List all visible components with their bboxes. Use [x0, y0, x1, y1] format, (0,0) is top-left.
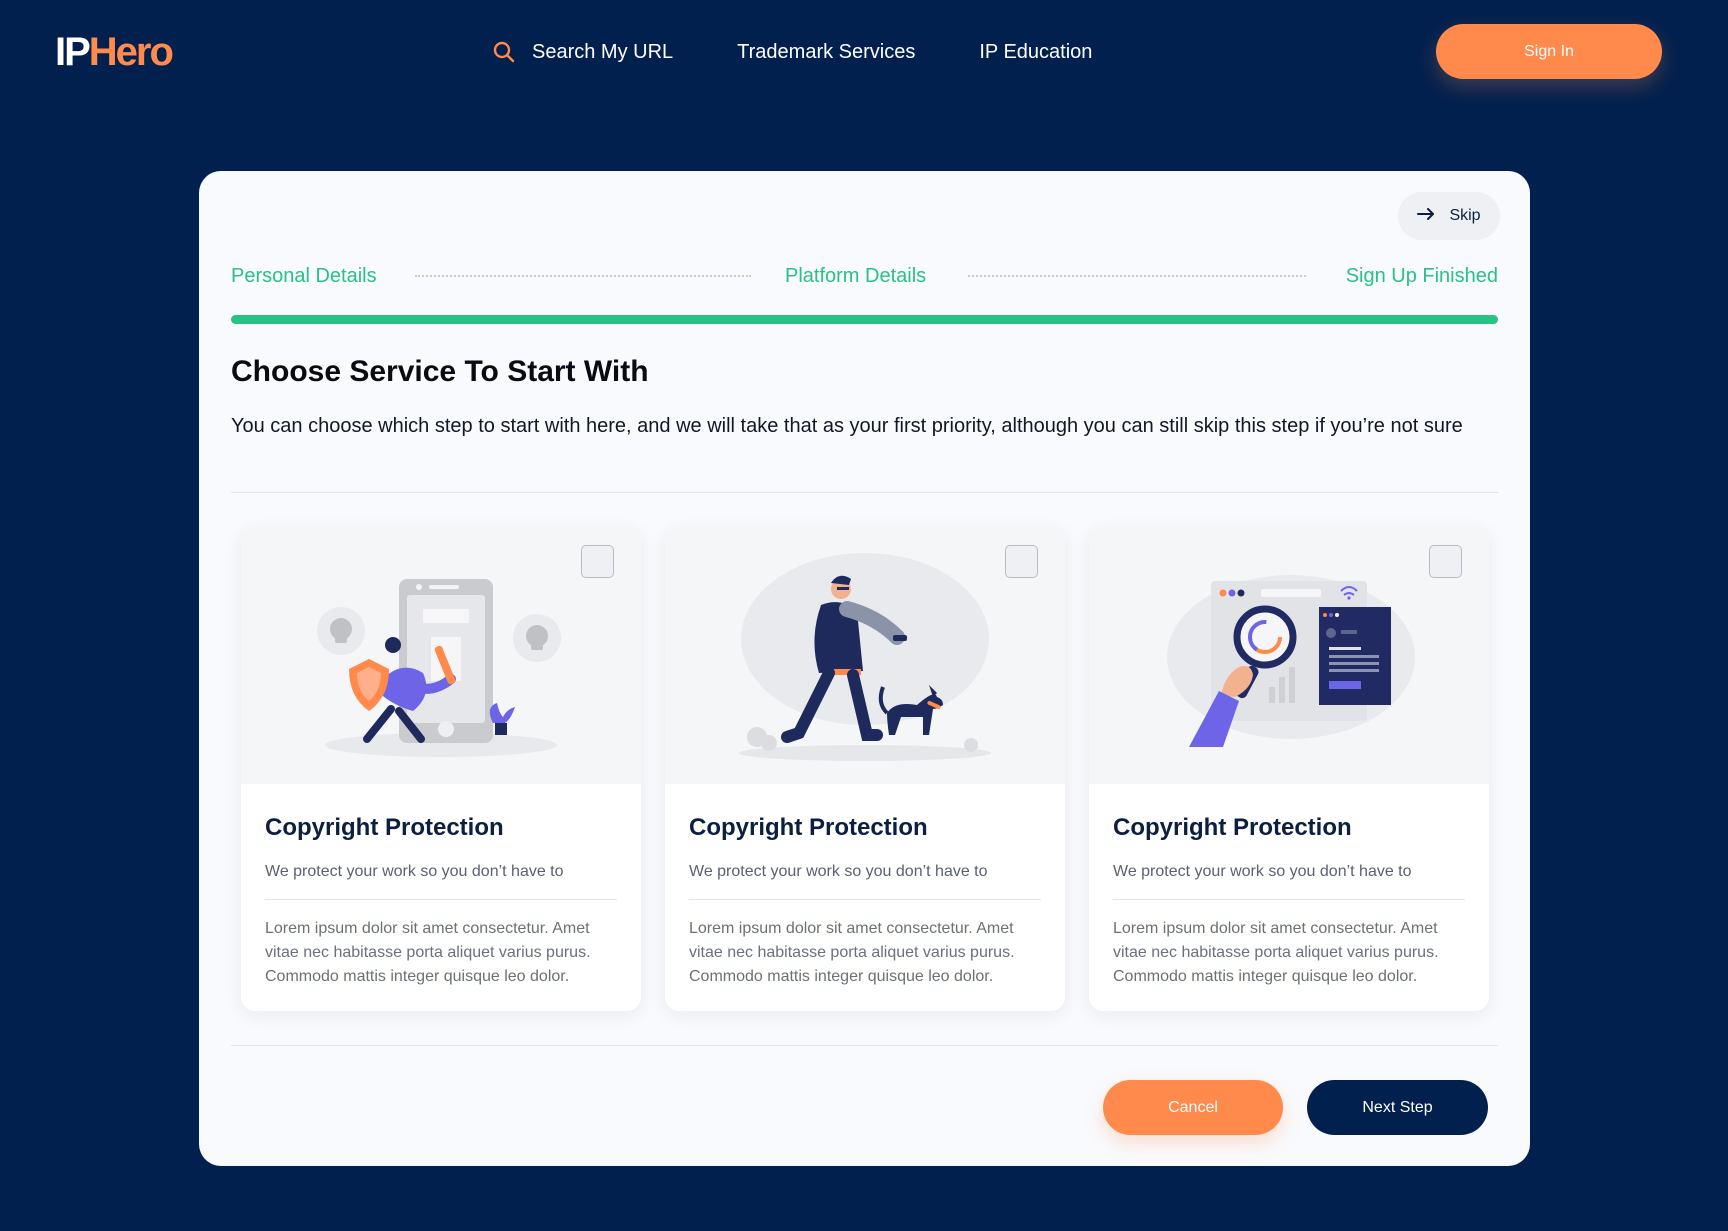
- onboarding-panel: Skip Personal Details Platform Details S…: [199, 171, 1530, 1166]
- next-step-button[interactable]: Next Step: [1307, 1080, 1488, 1135]
- page-title: Choose Service To Start With: [231, 355, 649, 388]
- nav-trademark-label: Trademark Services: [737, 40, 916, 63]
- card-title: Copyright Protection: [265, 814, 504, 841]
- sign-in-button[interactable]: Sign In: [1436, 24, 1662, 79]
- progress-bar: [231, 315, 1498, 324]
- card-subtitle: We protect your work so you don’t have t…: [689, 863, 988, 880]
- service-card[interactable]: Copyright Protection We protect your wor…: [1089, 527, 1489, 1011]
- nav-search-label: Search My URL: [532, 40, 674, 63]
- logo-ip: IP: [55, 30, 91, 74]
- card-description: Lorem ipsum dolor sit amet consectetur. …: [265, 920, 591, 985]
- logo-hero: Hero: [88, 30, 174, 74]
- step-connector: [415, 275, 751, 277]
- skip-button[interactable]: Skip: [1398, 192, 1500, 240]
- arrow-right-icon: [1417, 207, 1435, 225]
- card-divider: [265, 899, 617, 900]
- logo[interactable]: IPHero: [55, 30, 174, 74]
- service-card[interactable]: Copyright Protection We protect your wor…: [241, 527, 641, 1011]
- nav-ip-education[interactable]: IP Education: [979, 41, 1092, 64]
- guard-dog-illustration: [665, 527, 1065, 784]
- skip-label: Skip: [1449, 207, 1481, 224]
- cancel-button[interactable]: Cancel: [1103, 1080, 1283, 1135]
- card-divider: [689, 899, 1041, 900]
- divider: [231, 1045, 1498, 1046]
- select-checkbox[interactable]: [1429, 545, 1462, 578]
- card-description: Lorem ipsum dolor sit amet consectetur. …: [1113, 920, 1439, 985]
- stepper: Personal Details Platform Details Sign U…: [231, 264, 1498, 292]
- search-icon: [492, 40, 516, 64]
- step-sign-up-finished: Sign Up Finished: [1345, 265, 1498, 287]
- card-title: Copyright Protection: [689, 814, 928, 841]
- service-card-list: Copyright Protection We protect your wor…: [241, 527, 1489, 1011]
- card-divider: [1113, 899, 1465, 900]
- nav-trademark-services[interactable]: Trademark Services: [737, 41, 915, 64]
- divider: [231, 492, 1498, 493]
- page-description: You can choose which step to start with …: [231, 415, 1463, 437]
- magnifier-analytics-illustration: [1089, 527, 1489, 784]
- card-subtitle: We protect your work so you don’t have t…: [1113, 863, 1412, 880]
- step-connector: [968, 275, 1306, 277]
- service-card[interactable]: Copyright Protection We protect your wor…: [665, 527, 1065, 1011]
- nav-search-my-url[interactable]: Search My URL: [492, 40, 673, 64]
- card-title: Copyright Protection: [1113, 814, 1352, 841]
- phone-shield-illustration: [241, 527, 641, 784]
- select-checkbox[interactable]: [581, 545, 614, 578]
- main-nav: Search My URL Trademark Services IP Educ…: [492, 38, 1156, 66]
- nav-education-label: IP Education: [979, 40, 1093, 63]
- step-personal-details: Personal Details: [231, 265, 377, 287]
- progress-bar-fill: [231, 315, 1498, 324]
- step-platform-details: Platform Details: [785, 265, 927, 287]
- select-checkbox[interactable]: [1005, 545, 1038, 578]
- card-description: Lorem ipsum dolor sit amet consectetur. …: [689, 920, 1015, 985]
- card-subtitle: We protect your work so you don’t have t…: [265, 863, 564, 880]
